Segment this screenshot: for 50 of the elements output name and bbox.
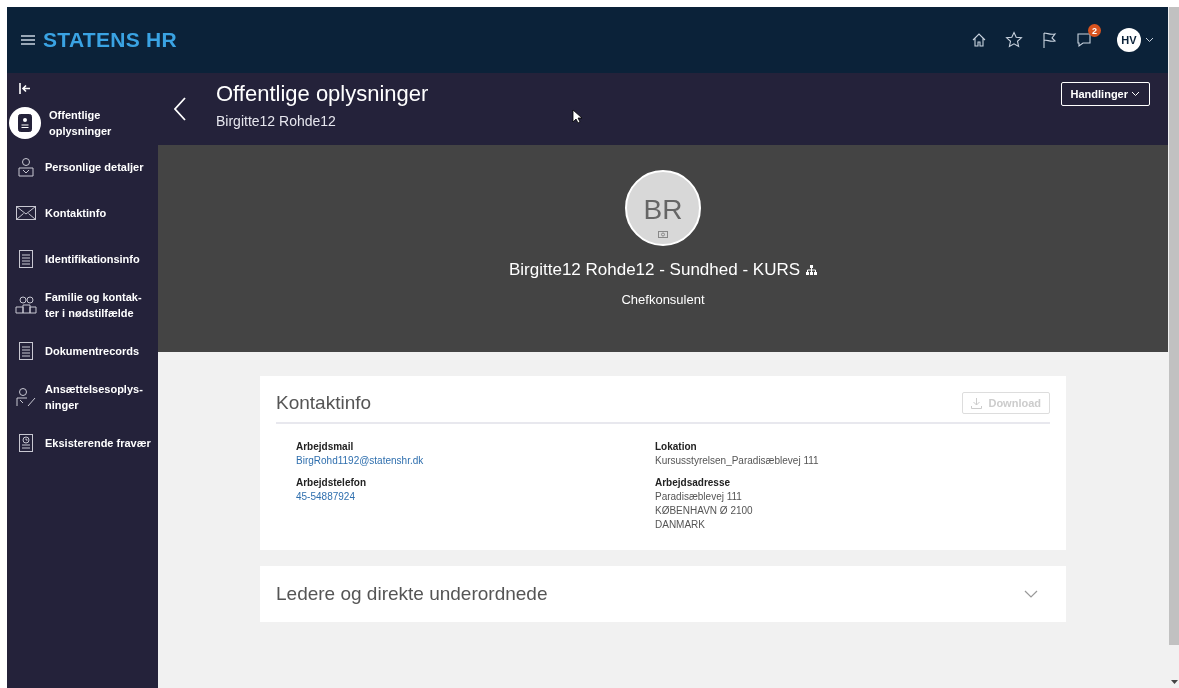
employee-name: Birgitte12 Rohde12 - Sundhed - KURS: [508, 260, 801, 280]
document-icon: [19, 250, 33, 268]
sidebar-item[interactable]: Eksisterende fravær: [7, 426, 158, 460]
sidebar-item[interactable]: Familie og kontak-ter i nødstilfælde: [7, 288, 158, 322]
field-value: Paradisæblevej 111: [655, 490, 743, 504]
sidebar-item[interactable]: Identifikationsinfo: [7, 242, 158, 276]
scroll-down-icon[interactable]: [1171, 680, 1178, 684]
chevron-down-icon: [1131, 91, 1140, 97]
download-icon: [971, 397, 983, 409]
notification-count: 2: [1088, 24, 1101, 37]
people-icon: [15, 296, 37, 314]
sidebar-item[interactable]: Dokumentrecords: [7, 334, 158, 368]
clock-document-icon: [19, 434, 33, 452]
scrollbar[interactable]: [1168, 7, 1179, 688]
org-chart-icon[interactable]: [806, 265, 818, 275]
person-pen-icon: [16, 387, 36, 407]
job-title: Chefkonsulent: [621, 292, 705, 307]
back-icon[interactable]: [174, 97, 186, 121]
chevron-down-icon[interactable]: [1145, 37, 1154, 43]
menu-icon[interactable]: [21, 35, 35, 45]
field-label: Arbejdsadresse: [655, 476, 732, 490]
mouse-cursor-icon: [572, 109, 582, 124]
card-title: Ledere og direkte underordnede: [276, 583, 548, 605]
field-value: Kursusstyrelsen_Paradisæblevej 111: [655, 454, 820, 468]
home-icon[interactable]: [971, 32, 987, 48]
document-icon: [19, 342, 33, 360]
collapse-icon[interactable]: [19, 83, 31, 94]
sidebar-item[interactable]: Offentlige oplysninger: [1, 106, 158, 140]
actions-button[interactable]: Handlinger: [1060, 82, 1150, 106]
managers-card[interactable]: Ledere og direkte underordnede: [260, 566, 1066, 622]
sidebar-item[interactable]: Kontaktinfo: [7, 196, 158, 230]
flag-icon[interactable]: [1041, 31, 1057, 49]
brand-logo[interactable]: STATENS HR: [43, 28, 178, 52]
page-title: Offentlige oplysninger: [216, 81, 429, 107]
star-icon[interactable]: [1005, 31, 1023, 49]
user-avatar[interactable]: HV: [1117, 28, 1141, 52]
profile-avatar[interactable]: BR: [625, 170, 701, 246]
camera-icon: [658, 230, 668, 238]
speech-bubble-icon[interactable]: [1075, 31, 1093, 49]
id-badge-icon: [18, 114, 32, 132]
envelope-icon: [16, 206, 36, 220]
chevron-down-icon: [1024, 590, 1038, 598]
field-value: KØBENHAVN Ø 2100: [655, 504, 754, 518]
page-subtitle: Birgitte12 Rohde12: [216, 113, 336, 129]
sidebar-item[interactable]: Ansættelsesoplys-ninger: [7, 380, 158, 414]
sidebar-item[interactable]: Personlige detaljer: [7, 150, 158, 184]
field-label: Lokation: [655, 440, 698, 454]
person-icon: [17, 157, 35, 177]
card-title: Kontaktinfo: [276, 392, 372, 414]
field-value: DANMARK: [655, 518, 706, 532]
